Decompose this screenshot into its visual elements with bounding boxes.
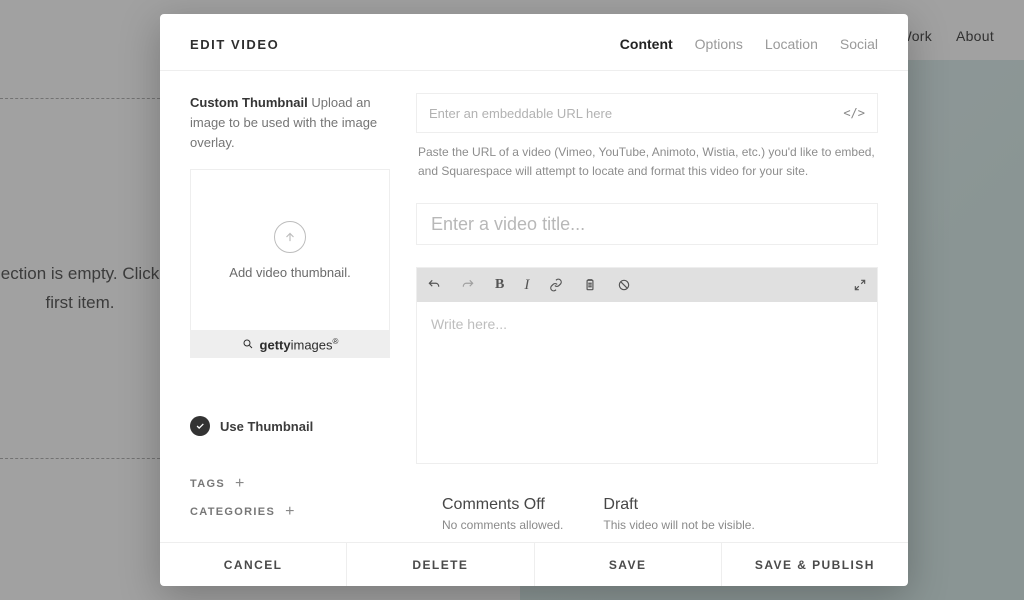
video-url-input[interactable]: Enter an embeddable URL here </> xyxy=(416,93,878,133)
delete-button[interactable]: DELETE xyxy=(347,543,534,586)
tab-options[interactable]: Options xyxy=(695,36,743,52)
comments-status-heading: Comments Off xyxy=(442,496,563,514)
clipboard-button[interactable] xyxy=(583,278,597,292)
draft-status-heading: Draft xyxy=(603,496,754,514)
upload-icon xyxy=(274,221,306,253)
empty-collection-text: ection is empty. Click first item. xyxy=(0,260,160,318)
divider xyxy=(0,458,160,459)
check-icon xyxy=(195,421,205,431)
tab-location[interactable]: Location xyxy=(765,36,818,52)
modal-title: EDIT VIDEO xyxy=(190,37,279,52)
add-thumbnail-label: Add video thumbnail. xyxy=(229,265,350,280)
video-title-input[interactable]: Enter a video title... xyxy=(416,203,878,245)
undo-button[interactable] xyxy=(427,278,441,292)
comments-status-text: No comments allowed. xyxy=(442,518,563,532)
link-button[interactable] xyxy=(549,278,563,292)
editor-toolbar: B I xyxy=(417,268,877,302)
tab-content[interactable]: Content xyxy=(620,36,673,52)
italic-button[interactable]: I xyxy=(524,277,529,294)
embed-code-button[interactable]: </> xyxy=(843,106,865,120)
bold-button[interactable]: B xyxy=(495,277,504,293)
url-helper-text: Paste the URL of a video (Vimeo, YouTube… xyxy=(418,143,876,181)
expand-button[interactable] xyxy=(853,278,867,292)
categories-label: CATEGORIES xyxy=(190,506,275,518)
add-thumbnail-dropzone[interactable]: Add video thumbnail. xyxy=(190,169,390,330)
custom-thumbnail-label: Custom Thumbnail Upload an image to be u… xyxy=(190,93,390,153)
add-tag-button[interactable]: + xyxy=(235,476,246,492)
divider xyxy=(0,98,160,99)
edit-video-modal: EDIT VIDEO Content Options Location Soci… xyxy=(160,14,908,586)
getty-images-button[interactable]: gettyimages® xyxy=(190,331,390,358)
description-textarea[interactable]: Write here... xyxy=(417,302,877,463)
redo-button[interactable] xyxy=(461,278,475,292)
cancel-button[interactable]: CANCEL xyxy=(160,543,347,586)
use-thumbnail-label: Use Thumbnail xyxy=(220,419,313,434)
tags-label: TAGS xyxy=(190,478,225,490)
video-title-placeholder: Enter a video title... xyxy=(431,214,585,235)
save-button[interactable]: SAVE xyxy=(535,543,722,586)
nav-about[interactable]: About xyxy=(956,28,994,44)
description-editor: B I Write here... xyxy=(416,267,878,464)
video-url-placeholder: Enter an embeddable URL here xyxy=(429,106,612,121)
clear-format-button[interactable] xyxy=(617,278,631,292)
use-thumbnail-toggle[interactable] xyxy=(190,416,210,436)
add-category-button[interactable]: + xyxy=(285,504,296,520)
tab-social[interactable]: Social xyxy=(840,36,878,52)
save-publish-button[interactable]: SAVE & PUBLISH xyxy=(722,543,908,586)
draft-status-text: This video will not be visible. xyxy=(603,518,754,532)
search-icon xyxy=(242,338,254,350)
description-placeholder: Write here... xyxy=(431,316,507,332)
